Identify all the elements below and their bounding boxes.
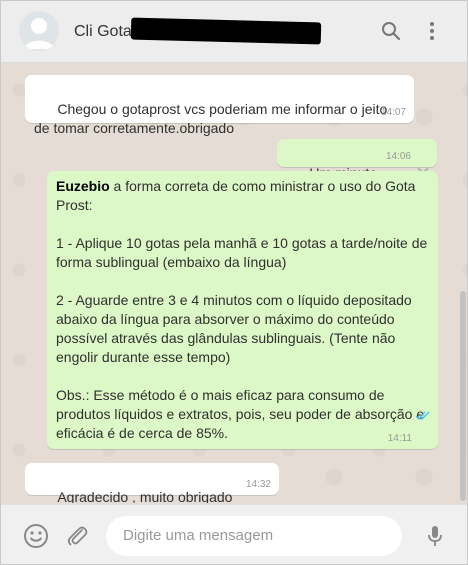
message-time: 14:32 — [245, 479, 271, 490]
default-avatar-icon[interactable] — [19, 11, 59, 51]
outgoing-message[interactable]: Euzebio a forma correta de como ministra… — [47, 171, 438, 449]
incoming-message[interactable]: Chegou o gotaprost vcs poderiam me infor… — [25, 75, 414, 136]
message-text: Agradecido , muito obrigado — [57, 489, 233, 503]
outgoing-message[interactable]: Um minuto 14:06 — [277, 139, 437, 181]
message-text: a forma correta de como ministrar o uso … — [56, 178, 428, 441]
menu-dots-icon[interactable] — [420, 19, 444, 43]
message-list[interactable]: Chegou o gotaprost vcs poderiam me infor… — [1, 63, 467, 503]
microphone-icon[interactable] — [422, 523, 448, 549]
contact-name[interactable]: Cli Gota — [74, 23, 132, 41]
attach-clip-icon[interactable] — [64, 523, 90, 549]
whatsapp-window: Cli Gota Chegou o gotaprost vcs poderiam… — [0, 0, 468, 565]
sender-name: Euzebio — [56, 178, 110, 194]
emoji-icon[interactable] — [23, 523, 49, 549]
chat-scrollbar[interactable] — [460, 291, 466, 501]
incoming-message[interactable]: Agradecido , muito obrigado 14:32 — [25, 463, 279, 503]
composer-bar: Digite uma mensagem — [1, 504, 467, 564]
search-icon[interactable] — [379, 19, 403, 43]
redaction-mark — [130, 17, 322, 45]
chat-header: Cli Gota — [1, 1, 467, 63]
read-ticks-icon — [384, 388, 431, 445]
message-text: Chegou o gotaprost vcs poderiam me infor… — [34, 101, 392, 136]
message-input[interactable]: Digite uma mensagem — [106, 516, 402, 556]
message-time: 14:07 — [380, 107, 406, 118]
